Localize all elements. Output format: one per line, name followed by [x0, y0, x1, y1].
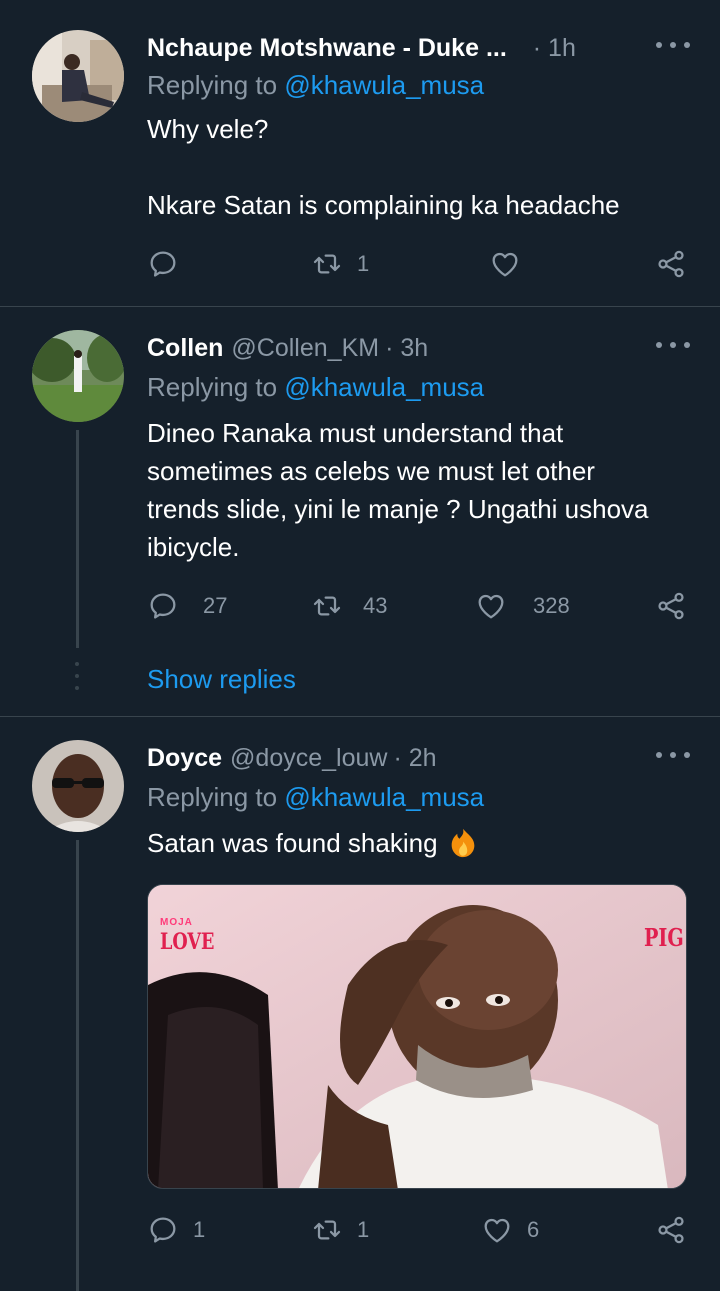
user-handle[interactable]: @Collen_KM [231, 334, 379, 363]
tweet-2[interactable]: Collen @Collen_KM · 3h Replying to @khaw… [0, 330, 720, 710]
divider [0, 716, 720, 717]
replying-to: Replying to @khawula_musa [147, 372, 484, 403]
retweet-button[interactable]: 1 [311, 1210, 369, 1250]
replying-to: Replying to @khawula_musa [147, 70, 484, 101]
show-replies-link[interactable]: Show replies [147, 664, 296, 695]
action-bar: 1 [147, 244, 687, 284]
retweet-icon [311, 248, 343, 280]
like-icon [481, 1214, 513, 1246]
tweet-3[interactable]: Doyce @doyce_louw · 2h Replying to @khaw… [0, 740, 720, 1291]
reply-icon [147, 1214, 179, 1246]
retweet-count: 43 [363, 593, 388, 618]
display-name[interactable]: Collen [147, 334, 223, 363]
timestamp[interactable]: · 3h [385, 334, 428, 363]
reply-button[interactable]: 1 [147, 1210, 205, 1250]
like-count: 328 [533, 593, 570, 618]
action-bar: 1 1 6 [147, 1210, 687, 1250]
replying-prefix: Replying to [147, 372, 285, 402]
display-name[interactable]: Doyce [147, 744, 222, 773]
media-image[interactable]: MOJA LOVE PIG [147, 884, 687, 1189]
tweet-header: Collen @Collen_KM · 3h [147, 330, 690, 366]
retweet-button[interactable]: 1 [311, 244, 369, 284]
tweet-text: Satan was found shaking [147, 828, 438, 858]
tweet-1[interactable]: Nchaupe Motshwane - Duke ... · 1h Replyi… [0, 30, 720, 305]
like-button[interactable]: 6 [481, 1210, 539, 1250]
share-button[interactable] [655, 586, 687, 626]
avatar[interactable] [32, 30, 124, 122]
action-bar: 27 43 328 [147, 586, 687, 626]
reply-icon [147, 248, 179, 280]
retweet-count: 1 [357, 251, 370, 276]
mention-link[interactable]: @khawula_musa [284, 372, 484, 402]
tweet-header: Nchaupe Motshwane - Duke ... · 1h [147, 30, 690, 66]
media-corner-text: PIG [644, 923, 684, 952]
like-button[interactable]: 328 [475, 586, 570, 626]
timestamp[interactable]: · 1h [533, 34, 576, 63]
media-logo-small: MOJA [160, 917, 193, 928]
replying-prefix: Replying to [147, 782, 285, 812]
tweet-text-row: Satan was found shaking [147, 824, 680, 862]
tweet-header: Doyce @doyce_louw · 2h [147, 740, 690, 776]
fire-emoji-icon [451, 828, 474, 858]
user-handle[interactable]: @doyce_louw [230, 744, 387, 773]
like-count: 6 [527, 1217, 540, 1242]
like-button[interactable] [489, 244, 535, 284]
retweet-count: 1 [357, 1217, 370, 1242]
media-photo [148, 885, 686, 1188]
more-icon[interactable] [656, 38, 690, 52]
retweet-button[interactable]: 43 [311, 586, 387, 626]
share-icon [655, 590, 687, 622]
like-icon [489, 248, 521, 280]
media-logo: LOVE [160, 929, 215, 955]
tweet-text: Dineo Ranaka must understand that someti… [147, 418, 649, 562]
mention-link[interactable]: @khawula_musa [284, 782, 484, 812]
avatar[interactable] [32, 740, 124, 832]
reply-icon [147, 590, 179, 622]
reply-count: 27 [203, 593, 228, 618]
like-icon [475, 590, 507, 622]
replying-to: Replying to @khawula_musa [147, 782, 484, 813]
timestamp[interactable]: · 2h [393, 744, 436, 773]
retweet-icon [311, 1214, 343, 1246]
share-icon [655, 248, 687, 280]
share-button[interactable] [655, 244, 687, 284]
replying-prefix: Replying to [147, 70, 285, 100]
more-icon[interactable] [656, 338, 690, 352]
reply-button[interactable] [147, 244, 193, 284]
retweet-icon [311, 590, 343, 622]
more-icon[interactable] [656, 748, 690, 762]
share-button[interactable] [655, 1210, 687, 1250]
divider [0, 306, 720, 307]
reply-count: 1 [193, 1217, 206, 1242]
tweet-text: Why vele? Nkare Satan is complaining ka … [147, 114, 620, 220]
mention-link[interactable]: @khawula_musa [284, 70, 484, 100]
reply-button[interactable]: 27 [147, 586, 227, 626]
avatar[interactable] [32, 330, 124, 422]
display-name[interactable]: Nchaupe Motshwane - Duke ... [147, 34, 507, 63]
share-icon [655, 1214, 687, 1246]
